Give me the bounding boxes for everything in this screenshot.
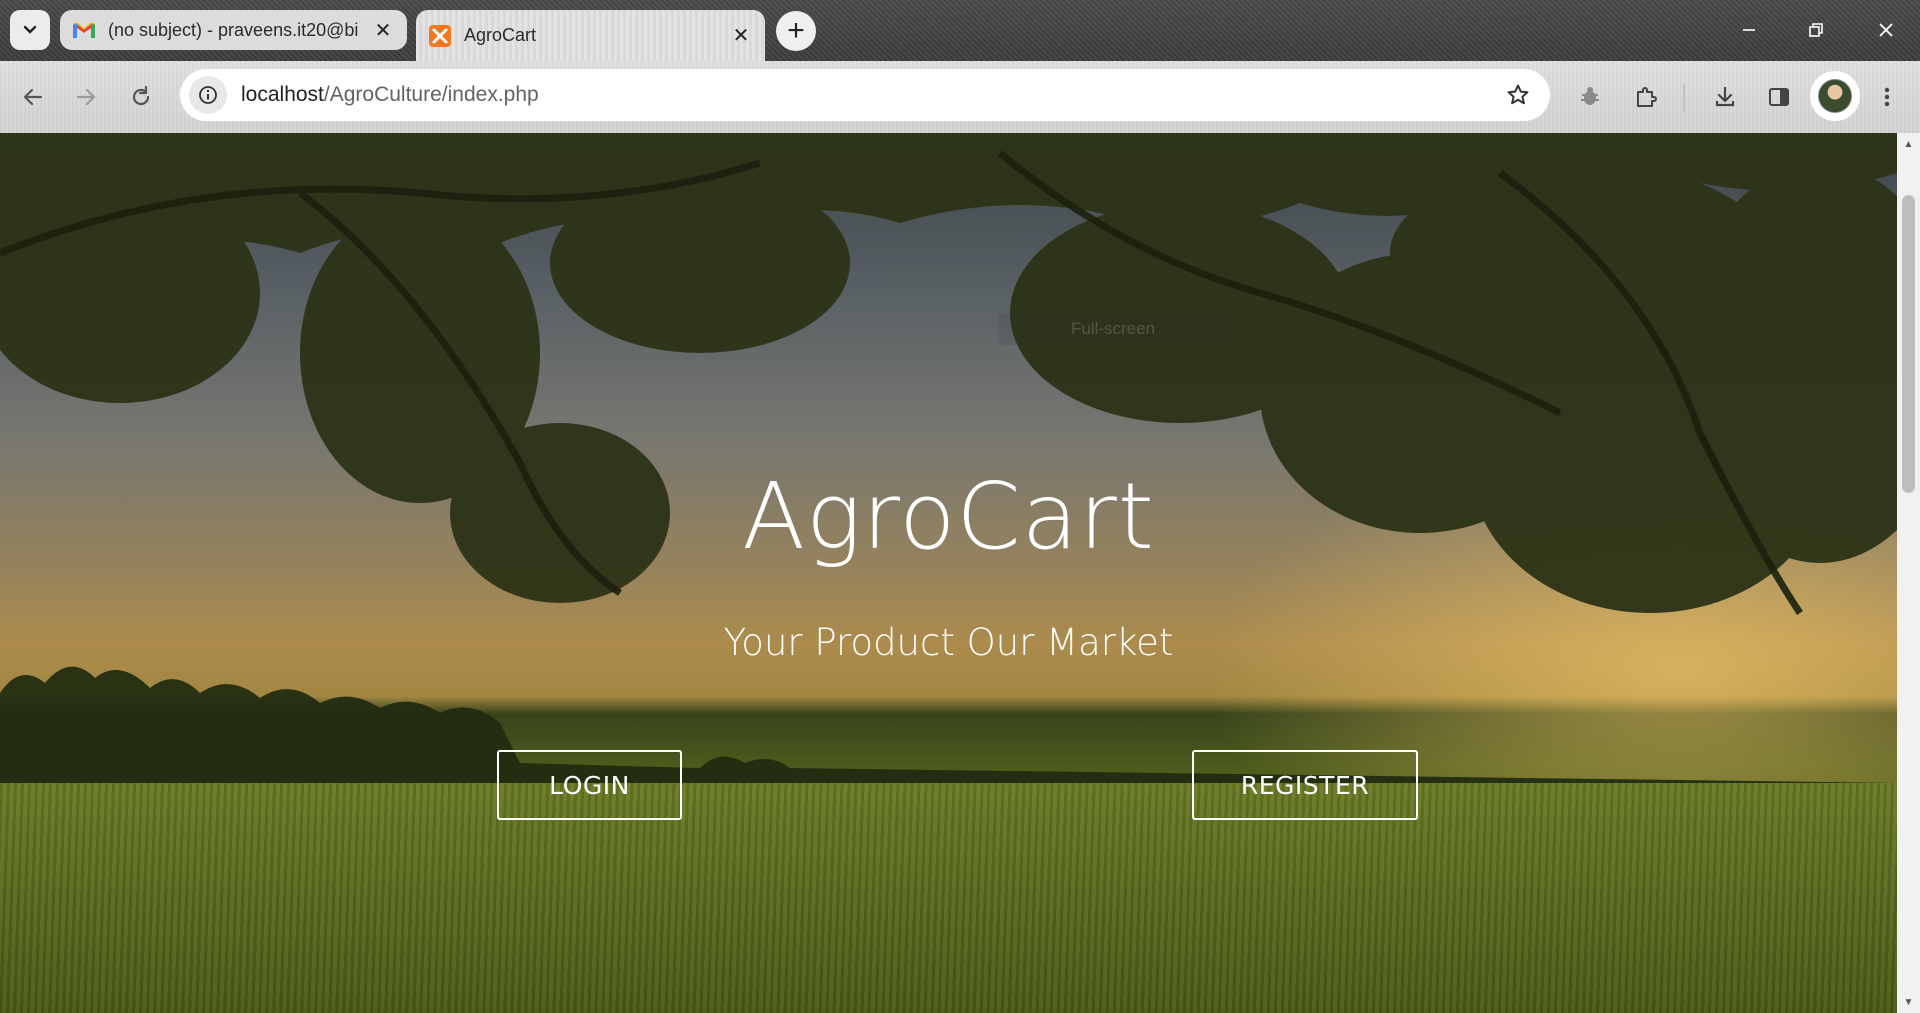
close-tab-icon[interactable]: ✕ xyxy=(369,16,397,44)
tab-strip: (no subject) - praveens.it20@bi ✕ AgroCa… xyxy=(0,0,1920,61)
register-button[interactable]: REGISTER xyxy=(1192,750,1418,820)
plus-icon: + xyxy=(787,14,805,47)
close-window-button[interactable] xyxy=(1861,10,1911,50)
reload-icon xyxy=(132,86,150,106)
url-path: /AgroCulture/index.php xyxy=(323,83,539,106)
page-viewport: Full-screen AgroCart Your Product Our Ma… xyxy=(0,133,1897,1013)
side-panel-icon xyxy=(1769,88,1789,106)
extensions-puzzle-icon[interactable] xyxy=(1625,76,1667,118)
xampp-icon xyxy=(428,24,452,48)
tab-gmail[interactable]: (no subject) - praveens.it20@bi ✕ xyxy=(60,10,407,50)
address-bar[interactable]: localhost/AgroCulture/index.php xyxy=(180,69,1550,121)
site-info-icon[interactable] xyxy=(189,76,227,114)
bug-extension-icon[interactable] xyxy=(1569,76,1611,118)
forward-icon xyxy=(76,88,96,106)
reload-button[interactable] xyxy=(120,76,162,118)
bookmark-star-icon[interactable] xyxy=(1504,81,1532,109)
chevron-down-icon xyxy=(23,25,37,34)
minimize-icon xyxy=(1743,29,1755,31)
restore-icon xyxy=(1809,23,1823,37)
close-icon xyxy=(1879,23,1893,37)
menu-button[interactable] xyxy=(1866,76,1908,118)
profile-avatar[interactable] xyxy=(1810,71,1860,121)
restore-button[interactable] xyxy=(1791,10,1841,50)
page-scrollbar[interactable]: ▲ ▼ xyxy=(1897,133,1920,1013)
tab-title: (no subject) - praveens.it20@bi xyxy=(108,19,359,40)
url-host: localhost xyxy=(241,83,324,106)
avatar-image xyxy=(1818,79,1852,113)
fullscreen-hint: Full-screen xyxy=(998,313,1228,345)
tab-agrocart[interactable]: AgroCart ✕ xyxy=(416,10,765,61)
page-subtitle: Your Product Our Market xyxy=(723,621,1174,664)
new-tab-button[interactable]: + xyxy=(776,11,816,51)
menu-kebab-icon xyxy=(1884,87,1890,107)
minimize-button[interactable] xyxy=(1724,10,1774,50)
side-panel-button[interactable] xyxy=(1758,76,1800,118)
scroll-down-icon[interactable]: ▼ xyxy=(1897,993,1920,1011)
toolbar-separator xyxy=(1683,84,1685,112)
close-tab-icon[interactable]: ✕ xyxy=(727,22,755,50)
gmail-icon xyxy=(72,18,96,42)
scrollbar-thumb[interactable] xyxy=(1902,195,1915,493)
tree-canopy-image xyxy=(0,133,1897,615)
url-text: localhost/AgroCulture/index.php xyxy=(241,83,539,107)
tab-title: AgroCart xyxy=(464,25,537,45)
login-button[interactable]: LOGIN xyxy=(497,750,682,820)
back-button[interactable] xyxy=(12,76,54,118)
page-title: AgroCart xyxy=(742,463,1155,570)
forward-button[interactable] xyxy=(65,76,107,118)
download-icon xyxy=(1715,86,1735,107)
back-icon xyxy=(23,88,43,106)
scroll-up-icon[interactable]: ▲ xyxy=(1897,135,1920,153)
grass-field-image xyxy=(0,783,1897,1013)
tab-search-button[interactable] xyxy=(10,10,50,50)
download-button[interactable] xyxy=(1704,76,1746,118)
browser-toolbar: localhost/AgroCulture/index.php xyxy=(0,61,1920,133)
